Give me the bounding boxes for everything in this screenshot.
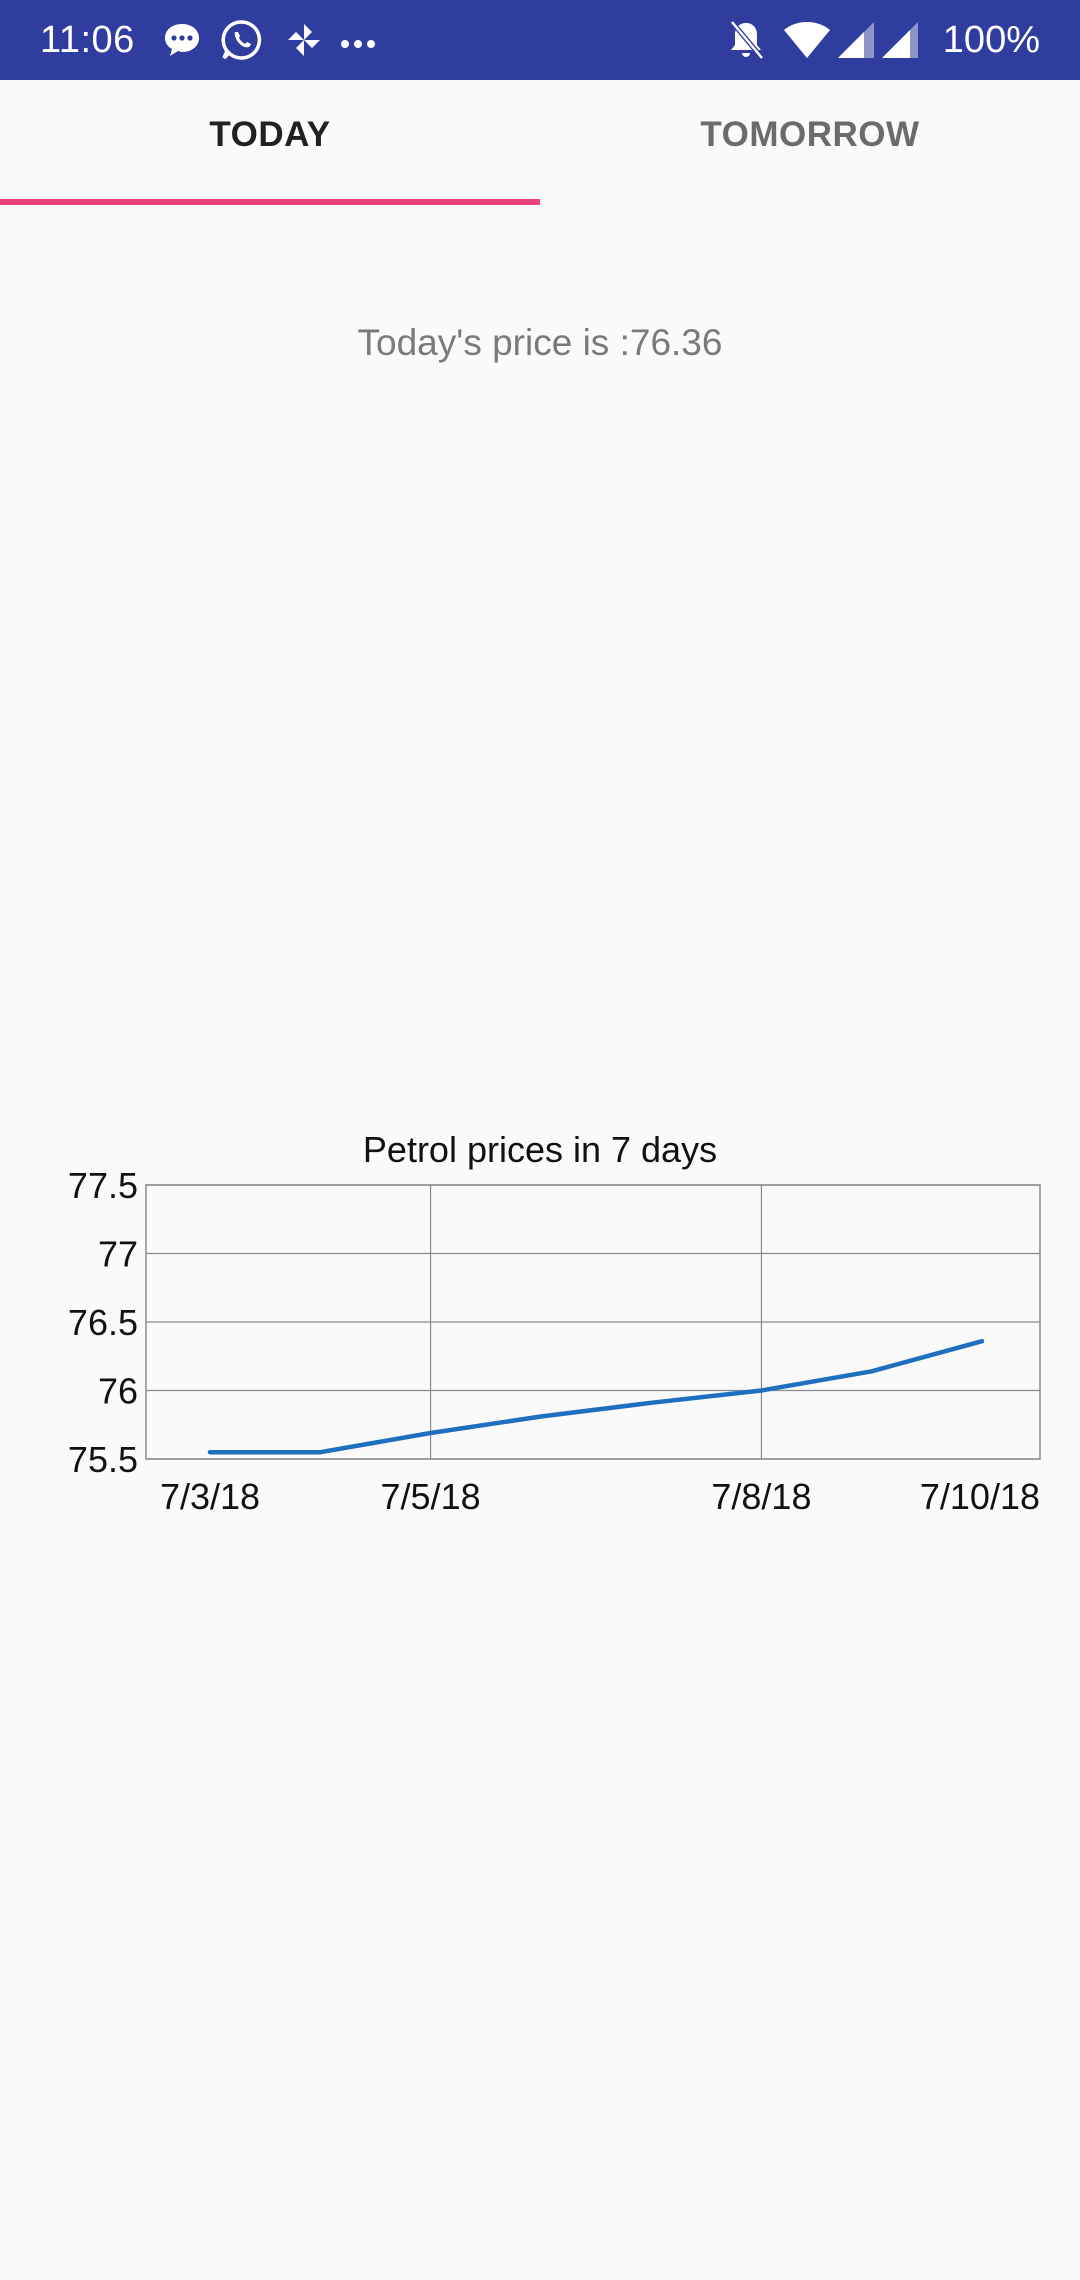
more-notifications-icon xyxy=(341,40,375,48)
price-chart: 77.5 77 76.5 76 75.5 7/3/18 7/5/18 7/8/18 7/10/1… xyxy=(0,1120,1080,1540)
price-line-chart: 77.5 77 76.5 76 75.5 7/3/18 7/5/18 7/8/18 7/10/1… xyxy=(68,1129,1041,1517)
tab-tomorrow[interactable]: TOMORROW xyxy=(540,80,1080,206)
chart-y-tick-label: 75.5 xyxy=(68,1439,138,1480)
tab-today[interactable]: TODAY xyxy=(0,80,540,206)
chart-y-tick-label: 76 xyxy=(98,1371,138,1412)
notifications-muted-icon xyxy=(730,20,764,60)
wifi-icon xyxy=(784,22,830,58)
cell-signal-icon xyxy=(838,22,874,58)
today-price-text: Today's price is :76.36 xyxy=(357,322,723,363)
chart-y-tick-label: 77 xyxy=(98,1234,138,1275)
chart-x-tick-label: 7/5/18 xyxy=(381,1476,481,1517)
chart-x-tick-label: 7/10/18 xyxy=(920,1476,1040,1517)
status-bar: 11:06 100% xyxy=(0,0,1080,80)
battery-percentage: 100% xyxy=(942,19,1040,61)
chart-x-tick-label: 7/3/18 xyxy=(160,1476,260,1517)
chart-title: Petrol prices in 7 days xyxy=(363,1129,717,1170)
status-time: 11:06 xyxy=(40,19,135,61)
cell-signal-icon xyxy=(882,22,918,58)
chart-y-tick-label: 77.5 xyxy=(68,1165,138,1206)
chart-series-line xyxy=(207,1338,985,1455)
chart-y-tick-label: 76.5 xyxy=(68,1302,138,1343)
whatsapp-icon xyxy=(221,20,262,60)
pinwheel-app-icon xyxy=(288,24,320,56)
chart-x-tick-label: 7/8/18 xyxy=(711,1476,811,1517)
tab-bar: TODAY TOMORROW xyxy=(0,80,1080,206)
message-notification-icon xyxy=(165,24,199,56)
tab-selected-indicator xyxy=(0,199,540,205)
